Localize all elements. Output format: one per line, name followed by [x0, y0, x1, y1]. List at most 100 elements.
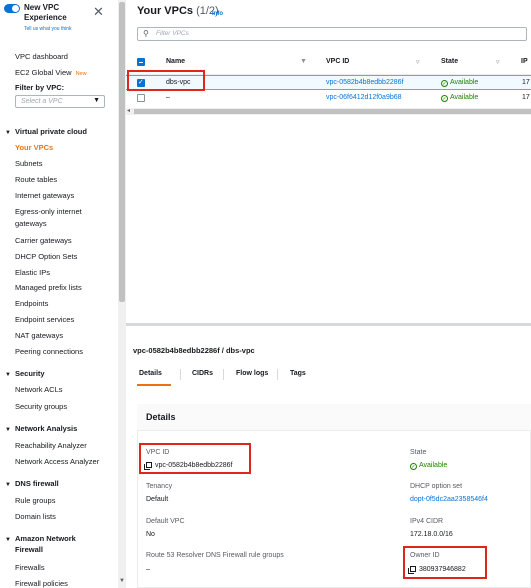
tenancy-value: Default — [146, 496, 169, 503]
search-icon: ⚲ — [143, 29, 149, 38]
nav-managed-prefix-lists[interactable]: Managed prefix lists — [15, 283, 82, 292]
route53-label: Route 53 Resolver DNS Firewall rule grou… — [146, 552, 284, 559]
detail-heading: vpc-0582b4b8edbb2286f / dbs-vpc — [133, 346, 255, 355]
caret-down-icon: ▼ — [5, 482, 11, 488]
row-checkbox[interactable] — [137, 94, 145, 102]
ipv4-cidr-value: 172.18.0.0/16 — [410, 531, 453, 538]
section-amazon-network-firewall[interactable]: ▼ Amazon Network — [5, 534, 76, 543]
tab-flow-logs[interactable]: Flow logs — [236, 370, 268, 377]
table-row[interactable]: – vpc-06f6412d12f0a9b68 ✓ Available 17 — [126, 91, 531, 106]
nav-peering-connections[interactable]: Peering connections — [15, 347, 83, 356]
tab-tags[interactable]: Tags — [290, 370, 306, 377]
split-panel-divider[interactable] — [126, 323, 531, 326]
page-title-text: Your VPCs — [137, 5, 194, 17]
state-text: Available — [419, 462, 448, 469]
column-name[interactable]: Name — [166, 58, 185, 65]
nav-network-acls[interactable]: Network ACLs — [15, 385, 63, 394]
nav-endpoints[interactable]: Endpoints — [15, 299, 48, 308]
nav-firewall-policies[interactable]: Firewall policies — [15, 579, 68, 588]
section-vpc-label: Virtual private cloud — [15, 127, 87, 136]
section-anf-label-2: Firewall — [15, 545, 43, 554]
page-title: Your VPCs (1/2) — [137, 5, 219, 17]
nav-internet-gateways[interactable]: Internet gateways — [15, 191, 74, 200]
select-vpc-placeholder: Select a VPC — [21, 98, 63, 105]
tab-separator — [277, 369, 278, 380]
close-icon[interactable]: ✕ — [93, 5, 104, 18]
new-experience-toggle[interactable] — [4, 4, 20, 13]
nav-your-vpcs[interactable]: Your VPCs — [15, 143, 53, 152]
sort-icon[interactable]: ▿ — [416, 58, 420, 66]
filter-vpcs-input[interactable]: ⚲ Filter VPCs — [137, 27, 527, 41]
select-all-checkbox[interactable] — [137, 58, 145, 66]
default-vpc-value: No — [146, 531, 155, 538]
tell-us-link[interactable]: Tell us what you think — [24, 26, 72, 32]
info-link[interactable]: Info — [212, 11, 223, 17]
nav-egress-only-internet[interactable]: Egress-only internet — [15, 207, 82, 216]
section-dns-firewall-label: DNS firewall — [15, 479, 59, 488]
section-dns-firewall[interactable]: ▼ DNS firewall — [5, 479, 59, 488]
nav-network-access-analyzer[interactable]: Network Access Analyzer — [15, 457, 99, 466]
section-virtual-private-cloud[interactable]: ▼ Virtual private cloud — [5, 127, 87, 136]
highlight-owner-id — [403, 546, 487, 579]
row-state-text: Available — [450, 94, 479, 101]
nav-dhcp-option-sets[interactable]: DHCP Option Sets — [15, 252, 77, 261]
default-vpc-label: Default VPC — [146, 518, 185, 525]
row-ipv4: 17 — [522, 79, 530, 86]
nav-nat-gateways[interactable]: NAT gateways — [15, 331, 63, 340]
new-experience-title: New VPC Experience — [24, 3, 67, 22]
row-vpc-id-link[interactable]: vpc-06f6412d12f0a9b68 — [326, 94, 402, 101]
tab-details[interactable]: Details — [139, 370, 162, 377]
scroll-left-arrow-icon[interactable]: ◂ — [127, 107, 130, 114]
sidebar-scrollbar-thumb[interactable] — [119, 2, 125, 302]
nav-route-tables[interactable]: Route tables — [15, 175, 57, 184]
chevron-down-icon: ▼ — [93, 97, 100, 104]
row-state: ✓ Available — [441, 94, 478, 102]
check-circle-icon: ✓ — [410, 463, 417, 470]
section-security-label: Security — [15, 369, 45, 378]
nav-ec2-global-view[interactable]: EC2 Global View New — [15, 68, 87, 77]
dhcp-option-set-link[interactable]: dopt-0f5dc2aa2358546f4 — [410, 496, 488, 503]
nav-carrier-gateways[interactable]: Carrier gateways — [15, 236, 72, 245]
column-state[interactable]: State — [441, 58, 458, 65]
filter-by-vpc-label: Filter by VPC: — [15, 83, 65, 92]
section-security[interactable]: ▼ Security — [5, 369, 45, 378]
nav-domain-lists[interactable]: Domain lists — [15, 512, 56, 521]
nav-endpoint-services[interactable]: Endpoint services — [15, 315, 74, 324]
caret-down-icon: ▼ — [5, 427, 11, 433]
check-circle-icon: ✓ — [441, 95, 448, 102]
nav-egress-only-gateways[interactable]: gateways — [15, 219, 47, 228]
row-vpc-id-link[interactable]: vpc-0582b4b8edbb2286f — [326, 79, 403, 86]
highlight-selected-row — [127, 70, 205, 91]
nav-firewalls[interactable]: Firewalls — [15, 563, 45, 572]
state-value: ✓ Available — [410, 462, 447, 470]
nav-subnets[interactable]: Subnets — [15, 159, 43, 168]
sort-icon[interactable]: ▿ — [496, 58, 500, 66]
nav-vpc-dashboard[interactable]: VPC dashboard — [15, 52, 68, 61]
sort-down-icon[interactable]: ▼ — [300, 58, 307, 65]
row-ipv4: 17 — [522, 94, 530, 101]
nav-reachability-analyzer[interactable]: Reachability Analyzer — [15, 441, 87, 450]
column-ipv4[interactable]: IP — [521, 58, 528, 65]
main-content: Your VPCs (1/2) Info ⚲ Filter VPCs Name … — [126, 0, 531, 588]
table-horizontal-scrollbar[interactable]: ◂ — [126, 108, 531, 115]
nav-ec2-global-view-label: EC2 Global View — [15, 68, 72, 77]
tab-cidrs[interactable]: CIDRs — [192, 370, 213, 377]
highlight-vpc-id — [139, 443, 251, 474]
tab-separator — [223, 369, 224, 380]
active-tab-indicator — [137, 384, 171, 386]
scroll-down-arrow-icon[interactable]: ▼ — [118, 578, 126, 588]
select-vpc-dropdown[interactable]: Select a VPC ▼ — [15, 95, 105, 108]
caret-down-icon: ▼ — [5, 537, 11, 543]
ipv4-cidr-label: IPv4 CIDR — [410, 518, 444, 525]
section-network-analysis[interactable]: ▼ Network Analysis — [5, 424, 77, 433]
tenancy-label: Tenancy — [146, 483, 173, 490]
caret-down-icon: ▼ — [5, 130, 11, 136]
nav-security-groups[interactable]: Security groups — [15, 402, 67, 411]
horizontal-scroll-thumb[interactable] — [134, 109, 531, 114]
section-network-analysis-label: Network Analysis — [15, 424, 78, 433]
details-card-header — [137, 404, 531, 431]
column-vpc-id[interactable]: VPC ID — [326, 58, 349, 65]
nav-rule-groups[interactable]: Rule groups — [15, 496, 55, 505]
nav-elastic-ips[interactable]: Elastic IPs — [15, 268, 50, 277]
sidebar-nav: New VPC Experience Tell us what you thin… — [0, 0, 118, 588]
